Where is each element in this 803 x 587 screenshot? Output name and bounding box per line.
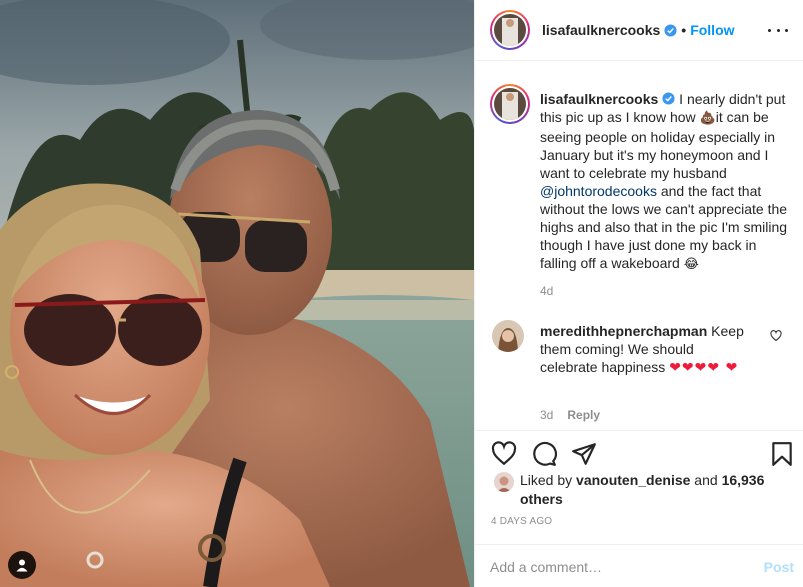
liker-username[interactable]: vanouten_denise (576, 472, 690, 488)
post-side-panel: lisafaulknercooks • Follow lisafaulknerc… (474, 0, 803, 587)
comment-icon[interactable] (531, 441, 557, 467)
header-username[interactable]: lisafaulknercooks (542, 22, 660, 38)
poop-emoji: 💩 (699, 111, 716, 126)
post-header: lisafaulknercooks • Follow (475, 0, 803, 61)
commenter-username[interactable]: meredithhepnerchapman (540, 323, 707, 339)
post-photo[interactable] (0, 0, 474, 587)
post-date[interactable]: 4 DAYS AGO (491, 516, 552, 527)
bookmark-icon[interactable] (769, 441, 795, 467)
selfie-image (0, 0, 474, 587)
avatar[interactable] (490, 10, 530, 50)
likes-text: Liked by vanouten_denise and 16,936 othe… (520, 471, 780, 509)
laughing-emoji: 😂 (683, 257, 699, 272)
likes-prefix: Liked by (520, 472, 577, 488)
paper-plane-icon[interactable] (571, 441, 597, 467)
commenter-avatar[interactable] (492, 320, 524, 352)
add-comment-bar: Post (475, 544, 803, 587)
follow-button[interactable]: Follow (690, 22, 734, 38)
verified-badge-icon (662, 92, 675, 105)
post-comment-button[interactable]: Post (764, 559, 794, 575)
header-separator: • (681, 22, 687, 38)
more-options-icon[interactable] (768, 22, 788, 38)
comment-meta: 3d Reply (540, 408, 600, 422)
caption-avatar[interactable] (490, 84, 530, 124)
caption-username[interactable]: lisafaulknercooks (540, 91, 658, 107)
comment-like-icon[interactable] (770, 330, 782, 342)
comments-section: lisafaulknercooks I nearly didn't put th… (475, 62, 803, 430)
comment-input[interactable] (490, 553, 740, 581)
reply-button[interactable]: Reply (567, 408, 600, 422)
caption-text: lisafaulknercooks I nearly didn't put th… (540, 90, 790, 274)
verified-badge-icon (664, 23, 677, 37)
caption-mention[interactable]: @johntorodecooks (540, 183, 657, 199)
comment-text: meredithhepnerchapman Keep them coming! … (540, 322, 745, 377)
likes-and: and (690, 472, 722, 488)
hearts-emoji: ❤❤❤❤ ❤ (669, 360, 739, 376)
comment-time: 3d (540, 408, 554, 422)
heart-icon[interactable] (491, 441, 517, 467)
instagram-post: lisafaulknercooks • Follow lisafaulknerc… (0, 0, 803, 587)
caption-time[interactable]: 4d (540, 284, 553, 298)
liker-avatar[interactable] (494, 472, 514, 492)
person-tag-icon[interactable] (8, 551, 36, 579)
action-bar (475, 430, 803, 474)
likes-summary: Liked by vanouten_denise and 16,936 othe… (490, 470, 790, 510)
